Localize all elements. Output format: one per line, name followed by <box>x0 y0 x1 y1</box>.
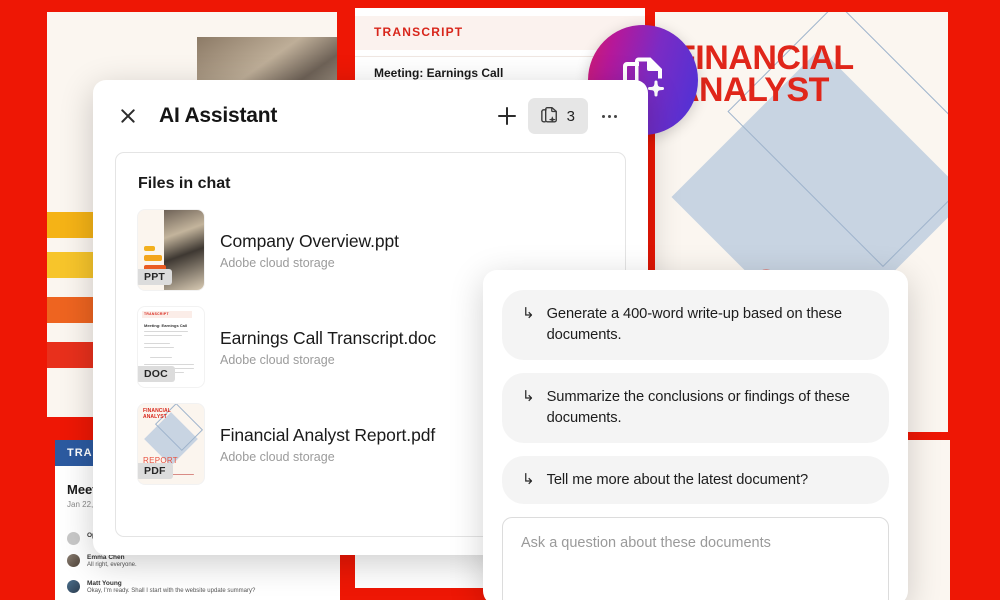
thumbnail-label: TRANSCRIPT <box>144 312 169 316</box>
page-title: AI Assistant <box>159 104 278 127</box>
suggestion-chip[interactable]: ↳ Summarize the conclusions or findings … <box>502 372 889 443</box>
file-thumbnail-ppt: PPT <box>138 210 204 290</box>
thumbnail-bar <box>144 255 162 261</box>
file-source: Adobe cloud storage <box>220 255 335 270</box>
file-type-badge: DOC <box>138 366 175 382</box>
arrow-return-icon: ↳ <box>522 470 535 488</box>
add-icon[interactable] <box>490 99 524 133</box>
panel-header: AI Assistant 3 <box>93 80 648 152</box>
thumbnail-title: FINANCIAL ANALYST <box>143 408 171 421</box>
arrow-return-icon: ↳ <box>522 305 535 322</box>
file-type-badge: PDF <box>138 463 173 479</box>
message-author: Matt Young <box>87 580 122 587</box>
file-name: Company Overview.ppt <box>220 230 399 251</box>
thumbnail-title-line2: ANALYST <box>143 413 167 420</box>
suggestion-text: Summarize the conclusions or findings of… <box>546 388 850 426</box>
message-text: All right, everyone. <box>87 562 137 568</box>
suggestions-panel: ↳ Generate a 400-word write-up based on … <box>483 270 908 600</box>
thumbnail-bar <box>144 246 155 251</box>
files-in-chat-heading: Files in chat <box>138 175 231 192</box>
documents-sparkle-icon <box>540 106 557 123</box>
ask-question-input[interactable]: Ask a question about these documents <box>502 517 889 600</box>
report-title-line2: ANALYST <box>675 71 829 110</box>
report-title: FINANCIAL ANALYST <box>675 41 854 110</box>
transcript-meeting-title: Meeting: Earnings Call <box>374 66 504 80</box>
transcript-label: TRANSCRIPT <box>374 25 464 39</box>
attachment-count: 3 <box>566 107 575 125</box>
avatar <box>67 580 80 593</box>
header-actions: 3 <box>490 98 626 134</box>
avatar <box>67 532 80 545</box>
close-icon[interactable] <box>117 105 139 127</box>
suggestion-chip[interactable]: ↳ Generate a 400-word write-up based on … <box>502 290 889 360</box>
arrow-return-icon: ↳ <box>522 387 535 405</box>
attachments-button[interactable]: 3 <box>527 98 588 134</box>
screen-canvas: B RE TRANSCRIPT Meeting: Earnings Call F… <box>0 0 1000 600</box>
avatar <box>67 554 80 567</box>
file-name: Earnings Call Transcript.doc <box>220 327 437 348</box>
file-info: Earnings Call Transcript.doc Adobe cloud… <box>220 328 436 367</box>
suggestion-chip[interactable]: ↳ Tell me more about the latest document… <box>502 455 889 505</box>
file-thumbnail-doc: TRANSCRIPT Meeting: Earnings Call DOC <box>138 307 204 387</box>
message-author: Emma Chen <box>87 554 125 561</box>
file-source: Adobe cloud storage <box>220 449 335 464</box>
more-options-icon[interactable] <box>592 99 626 133</box>
file-info: Company Overview.ppt Adobe cloud storage <box>220 231 399 270</box>
thumbnail-title: Meeting: Earnings Call <box>144 323 188 328</box>
suggestion-text: Generate a 400-word write-up based on th… <box>546 306 842 343</box>
file-info: Financial Analyst Report.pdf Adobe cloud… <box>220 425 435 464</box>
transcript-message: Matt Young Okay, I'm ready. Shall I star… <box>67 580 255 594</box>
file-thumbnail-pdf: FINANCIAL ANALYST REPORT PDF <box>138 404 204 484</box>
transcript-message: Emma Chen All right, everyone. <box>67 554 137 568</box>
file-name: Financial Analyst Report.pdf <box>220 424 436 445</box>
file-source: Adobe cloud storage <box>220 352 335 367</box>
ask-question-placeholder: Ask a question about these documents <box>521 535 771 552</box>
suggestion-text: Tell me more about the latest document? <box>546 471 809 488</box>
message-text: Okay, I'm ready. Shall I start with the … <box>87 588 256 594</box>
file-type-badge: PPT <box>138 269 173 285</box>
